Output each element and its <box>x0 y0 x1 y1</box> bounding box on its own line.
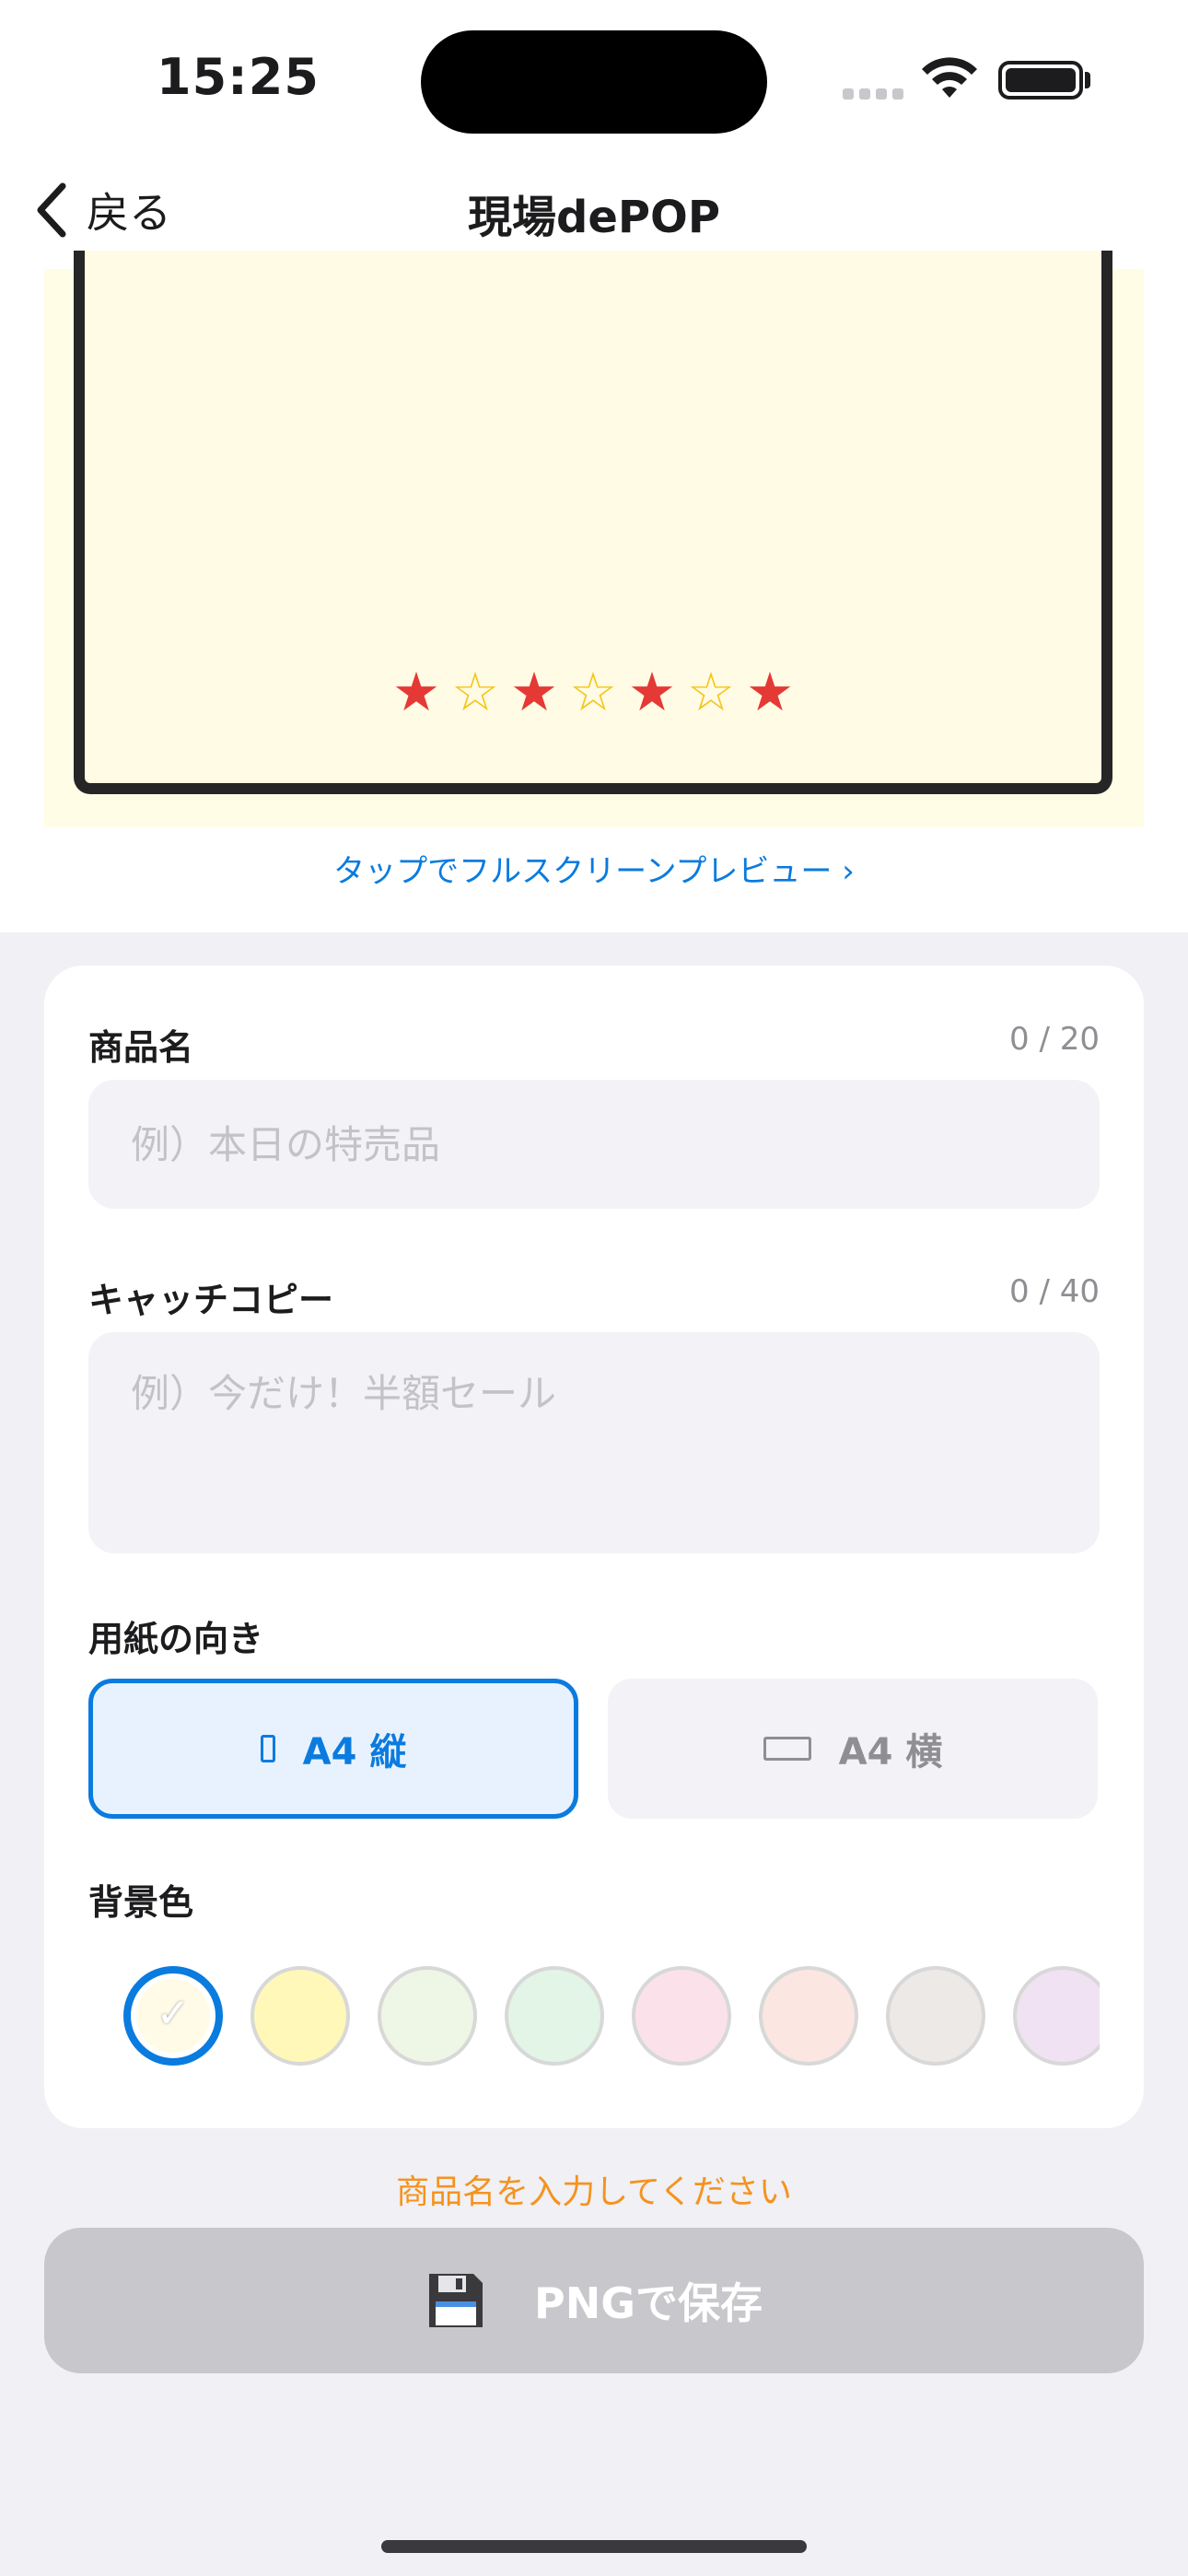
fullscreen-preview-link[interactable]: タップでフルスクリーンプレビュー › <box>0 846 1188 891</box>
orientation-portrait-label: A4 縦 <box>302 1731 407 1774</box>
orientation-a4-landscape-button[interactable]: A4 横 <box>608 1679 1098 1819</box>
pop-preview[interactable]: ★ ☆ ★ ☆ ★ ☆ ★ <box>44 251 1144 827</box>
save-button-label: PNGで保存 <box>534 2278 763 2328</box>
floppy-disk-icon <box>429 2274 483 2327</box>
home-indicator[interactable] <box>381 2540 807 2553</box>
star-filled-icon: ★ <box>746 661 794 723</box>
color-swatch[interactable] <box>759 1966 858 2066</box>
form-card: 商品名 0 / 20 キャッチコピー 0 / 40 用紙の向き A4 縦 A4 … <box>44 966 1144 2128</box>
orientation-landscape-label: A4 横 <box>838 1731 943 1774</box>
star-filled-icon: ★ <box>510 661 558 723</box>
landscape-page-icon <box>763 1737 811 1761</box>
color-swatch[interactable] <box>1013 1966 1100 2066</box>
cellular-signal-icon <box>843 88 903 100</box>
star-filled-icon: ★ <box>628 661 676 723</box>
background-color-label: 背景色 <box>88 1882 194 1923</box>
color-swatch[interactable] <box>505 1966 604 2066</box>
portrait-page-icon <box>260 1735 275 1762</box>
poster-frame: ★ ☆ ★ ☆ ★ ☆ ★ <box>74 251 1112 794</box>
status-time: 15:25 <box>157 48 320 106</box>
product-name-input[interactable] <box>88 1080 1100 1209</box>
page-title: 現場dePOP <box>467 192 721 243</box>
battery-icon <box>998 61 1083 100</box>
background-color-swatches: ✓ <box>88 1951 1100 2090</box>
star-outline-icon: ☆ <box>451 661 499 723</box>
product-name-count: 0 / 20 <box>1009 1021 1100 1058</box>
color-swatch[interactable] <box>378 1966 477 2066</box>
star-outline-icon: ☆ <box>569 661 617 723</box>
color-swatch[interactable] <box>250 1966 350 2066</box>
validation-message: 商品名を入力してください <box>396 2173 792 2211</box>
save-png-button[interactable]: PNGで保存 <box>44 2228 1144 2373</box>
product-name-label: 商品名 <box>88 1027 194 1068</box>
battery-nub <box>1085 72 1090 88</box>
catch-copy-count: 0 / 40 <box>1009 1273 1100 1310</box>
catch-copy-label: キャッチコピー <box>88 1280 334 1320</box>
color-swatch[interactable]: ✓ <box>123 1966 223 2066</box>
star-filled-icon: ★ <box>392 661 440 723</box>
orientation-a4-portrait-button[interactable]: A4 縦 <box>88 1679 578 1819</box>
color-swatch[interactable] <box>886 1966 985 2066</box>
star-outline-icon: ☆ <box>687 661 735 723</box>
checkmark-icon: ✓ <box>156 1990 191 2037</box>
color-swatch[interactable] <box>632 1966 731 2066</box>
catch-copy-input[interactable] <box>88 1332 1100 1553</box>
orientation-label: 用紙の向き <box>88 1619 264 1659</box>
wifi-icon <box>922 57 977 98</box>
star-decoration: ★ ☆ ★ ☆ ★ ☆ ★ <box>85 665 1101 719</box>
dynamic-island <box>421 30 767 134</box>
